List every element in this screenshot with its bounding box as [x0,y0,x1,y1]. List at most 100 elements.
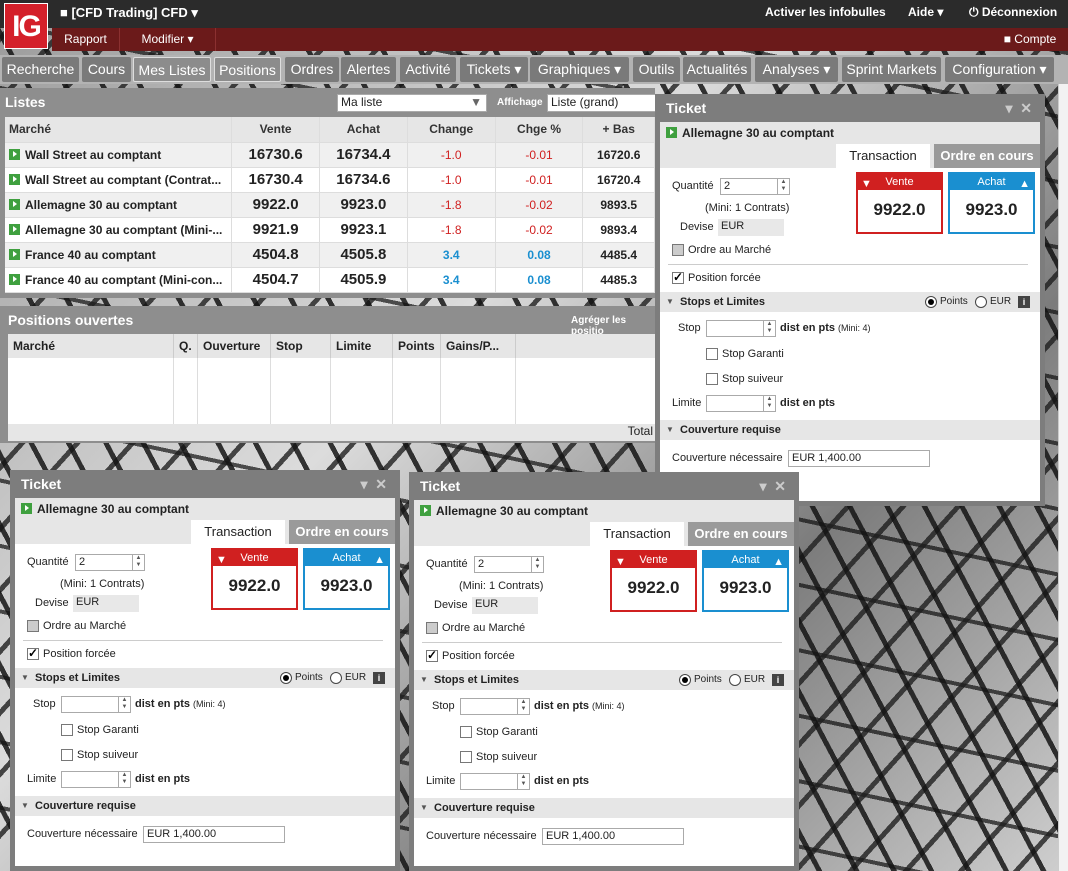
col-header[interactable]: Vente [231,117,321,143]
position-forcee-checkbox[interactable] [426,648,438,662]
info-icon[interactable]: i [1018,296,1030,308]
nav-12[interactable]: Sprint Markets [842,57,941,82]
table-row[interactable]: Wall Street au comptant 16730.6 16734.4 … [5,142,655,168]
spinner-icon[interactable]: ▲ ▼ [118,697,130,712]
ordre-marche-checkbox[interactable] [27,620,39,632]
compte-button[interactable]: ■ Compte [992,28,1068,51]
vente-button[interactable]: ▼ Vente 9922.0 [856,172,943,234]
nav-7[interactable]: Tickets ▾ [460,57,528,82]
spinner-icon[interactable]: ▲ ▼ [118,772,130,787]
col-header[interactable]: Achat [319,117,408,143]
market-name[interactable]: Wall Street au comptant (Contrat... [5,167,233,193]
tab-ordre-en-cours[interactable]: Ordre en cours [289,520,395,544]
quantite-input[interactable]: 2 ▲ ▼ [720,178,790,195]
limite-input[interactable]: ▲ ▼ [706,395,776,412]
table-row[interactable]: France 40 au comptant 4504.8 4505.8 3.4 … [5,242,655,268]
sell-price[interactable]: 9921.9 [231,217,321,243]
couverture-section[interactable]: Couverture requise [15,796,395,816]
vente-button[interactable]: ▼ Vente 9922.0 [211,548,298,610]
buy-price[interactable]: 16734.6 [319,167,408,193]
sell-price[interactable]: 4504.8 [231,242,321,268]
close-icon[interactable]: ✕ [375,476,387,492]
col-header[interactable]: Change [407,117,496,143]
achat-button[interactable]: Achat ▲ 9923.0 [303,548,390,610]
rapport-button[interactable]: Rapport [52,28,120,51]
nav-10[interactable]: Actualités [683,57,751,82]
affichage-select[interactable]: Liste (grand) [547,94,657,112]
market-name[interactable]: Wall Street au comptant [5,142,233,168]
nav-5[interactable]: Alertes [341,57,396,82]
play-icon[interactable] [9,223,20,235]
nav-13[interactable]: Configuration ▾ [945,57,1054,82]
points-radio[interactable] [925,296,937,308]
col-header[interactable]: Stop [271,334,331,358]
col-header[interactable]: Limite [331,334,393,358]
nav-1[interactable]: Cours [82,57,131,82]
sell-price[interactable]: 16730.4 [231,167,321,193]
eur-radio[interactable] [975,296,987,308]
market-name[interactable]: France 40 au comptant [5,242,233,268]
modifier-menu[interactable]: Modifier ▾ [120,28,216,51]
spinner-icon[interactable]: ▲ ▼ [517,699,529,714]
nav-6[interactable]: Activité [400,57,456,82]
ordre-marche-checkbox[interactable] [426,622,438,634]
spinner-icon[interactable]: ▲ ▼ [763,321,775,336]
quantite-input[interactable]: 2 ▲ ▼ [75,554,145,571]
limite-input[interactable]: ▲ ▼ [61,771,131,788]
tab-ordre-en-cours[interactable]: Ordre en cours [934,144,1040,168]
vente-button[interactable]: ▼ Vente 9922.0 [610,550,697,612]
col-header[interactable]: Chge % [495,117,584,143]
sell-price[interactable]: 4504.7 [231,267,321,293]
buy-price[interactable]: 4505.9 [319,267,408,293]
spinner-icon[interactable]: ▲ ▼ [777,179,789,194]
buy-price[interactable]: 9923.0 [319,192,408,218]
points-radio[interactable] [280,672,292,684]
nav-8[interactable]: Graphiques ▾ [530,57,629,82]
position-forcee-checkbox[interactable] [672,270,684,284]
sell-price[interactable]: 16730.6 [231,142,321,168]
minimize-icon[interactable]: ▾ [1005,100,1012,116]
ordre-marche-checkbox[interactable] [672,244,684,256]
stop-garanti-checkbox[interactable] [61,724,73,736]
table-row[interactable]: France 40 au comptant (Mini-con... 4504.… [5,267,655,293]
stop-input[interactable]: ▲ ▼ [706,320,776,337]
col-header[interactable]: Ouverture [198,334,271,358]
col-header[interactable]: Marché [5,117,233,143]
play-icon[interactable] [9,273,20,285]
nav-3[interactable]: Positions [214,57,281,82]
market-name[interactable]: France 40 au comptant (Mini-con... [5,267,233,293]
achat-button[interactable]: Achat ▲ 9923.0 [948,172,1035,234]
nav-4[interactable]: Ordres [285,57,339,82]
tab-transaction[interactable]: Transaction [836,144,930,168]
stop-input[interactable]: ▲ ▼ [460,698,530,715]
achat-button[interactable]: Achat ▲ 9923.0 [702,550,789,612]
market-name[interactable]: Allemagne 30 au comptant [5,192,233,218]
play-icon[interactable] [9,148,20,160]
col-header[interactable]: Q. [174,334,198,358]
close-icon[interactable]: ✕ [774,478,786,494]
tab-transaction[interactable]: Transaction [191,520,285,544]
spinner-icon[interactable]: ▲ ▼ [763,396,775,411]
play-icon[interactable] [9,248,20,260]
col-header[interactable]: Marché [8,334,174,358]
nav-11[interactable]: Analyses ▾ [755,57,838,82]
market-name[interactable]: Allemagne 30 au comptant (Mini-... [5,217,233,243]
col-header[interactable]: Points [393,334,441,358]
couverture-section[interactable]: Couverture requise [660,420,1040,440]
close-icon[interactable]: ✕ [1020,100,1032,116]
col-header[interactable]: + Bas [582,117,655,143]
stop-garanti-checkbox[interactable] [706,348,718,360]
buy-price[interactable]: 9923.1 [319,217,408,243]
table-row[interactable]: Allemagne 30 au comptant (Mini-... 9921.… [5,217,655,243]
nav-9[interactable]: Outils [633,57,680,82]
play-icon[interactable] [9,198,20,210]
col-header[interactable]: Gains/P... [441,334,516,358]
spinner-icon[interactable]: ▲ ▼ [531,557,543,572]
page-scrollbar[interactable] [1058,84,1068,871]
nav-0[interactable]: Recherche [2,57,79,82]
info-icon[interactable]: i [373,672,385,684]
sell-price[interactable]: 9922.0 [231,192,321,218]
position-forcee-checkbox[interactable] [27,646,39,660]
couverture-section[interactable]: Couverture requise [414,798,794,818]
stop-suiveur-checkbox[interactable] [706,373,718,385]
